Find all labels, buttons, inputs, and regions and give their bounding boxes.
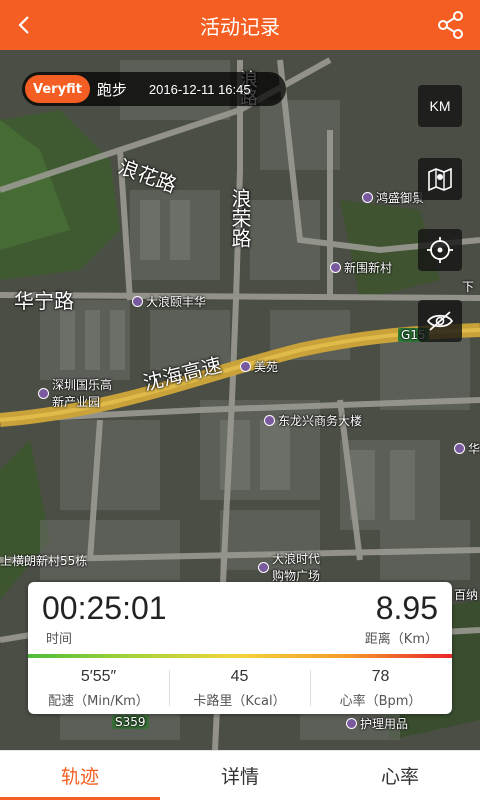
pace-value: 5′55″ bbox=[80, 668, 117, 685]
page-title: 活动记录 bbox=[200, 14, 280, 39]
map-poi[interactable]: 东龙兴商务大楼 bbox=[264, 412, 362, 429]
map-poi[interactable]: 下 bbox=[462, 278, 474, 295]
poi-icon bbox=[362, 192, 373, 203]
heart-rate-metric: 78 心率（Bpm） bbox=[310, 668, 451, 709]
calories-label: 卡路里（Kcal） bbox=[193, 694, 286, 709]
unit-toggle-button[interactable]: KM bbox=[418, 85, 462, 127]
hide-icon bbox=[426, 311, 454, 331]
poi-icon bbox=[132, 296, 143, 307]
map-poi[interactable]: 百纳 bbox=[454, 586, 478, 603]
poi-icon bbox=[258, 561, 269, 573]
poi-icon bbox=[346, 718, 357, 729]
stats-card: 00:25:01 时间 8.95 距离（Km） 5′55″ 配速（Min/Km）… bbox=[28, 582, 452, 714]
map-poi[interactable]: 护理用品 bbox=[346, 715, 408, 732]
share-icon bbox=[438, 11, 463, 39]
map-type-button[interactable] bbox=[418, 158, 462, 200]
map-poi[interactable]: 鸿盛御景 bbox=[362, 189, 424, 206]
brand-badge: Veryfit bbox=[25, 75, 90, 103]
map-poi[interactable]: 华 bbox=[454, 440, 480, 457]
hide-track-button[interactable] bbox=[418, 300, 462, 342]
app-header: 活动记录 bbox=[0, 0, 480, 50]
pace-metric: 5′55″ 配速（Min/Km） bbox=[28, 668, 169, 709]
tab-details[interactable]: 详情 bbox=[160, 751, 320, 800]
map-poi[interactable]: 美苑 bbox=[240, 358, 278, 375]
poi-icon bbox=[38, 387, 49, 399]
map-poi[interactable]: 深圳国乐高新产业园 bbox=[38, 376, 122, 410]
tab-heart-rate[interactable]: 心率 bbox=[320, 751, 480, 800]
poi-icon bbox=[240, 361, 251, 372]
road-label: 华宁路 bbox=[14, 289, 74, 313]
calories-value: 45 bbox=[230, 668, 249, 685]
map-poi[interactable]: 大浪颐丰华 bbox=[132, 293, 206, 310]
activity-datetime: 2016-12-11 16:45 bbox=[148, 81, 251, 97]
pace-label: 配速（Min/Km） bbox=[48, 694, 149, 709]
highway-shield: S359 bbox=[112, 715, 149, 729]
map-poi[interactable]: 上横朗新村55栋 bbox=[0, 552, 87, 569]
map-poi[interactable]: 新围新村 bbox=[330, 259, 392, 276]
tab-track[interactable]: 轨迹 bbox=[0, 751, 160, 800]
distance-label: 距离（Km） bbox=[364, 632, 438, 647]
heart-rate-label: 心率（Bpm） bbox=[339, 694, 422, 709]
duration-label: 时间 bbox=[46, 632, 73, 647]
distance-value: 8.95 bbox=[375, 590, 438, 626]
poi-icon bbox=[454, 443, 465, 454]
intensity-gradient-bar bbox=[28, 654, 452, 658]
poi-icon bbox=[264, 415, 275, 426]
back-button[interactable] bbox=[6, 6, 44, 44]
road-label: 浪荣路 bbox=[228, 188, 252, 248]
heart-rate-value: 78 bbox=[371, 668, 390, 685]
poi-icon bbox=[330, 262, 341, 273]
unit-label: KM bbox=[429, 98, 451, 114]
bottom-tab-bar: 轨迹 详情 心率 bbox=[0, 750, 480, 800]
locate-button[interactable] bbox=[418, 229, 462, 271]
map-type-icon bbox=[428, 167, 452, 192]
back-arrow-icon bbox=[18, 16, 29, 34]
sport-type: 跑步 bbox=[96, 80, 127, 99]
locate-icon bbox=[427, 237, 453, 263]
activity-info-pill: Veryfit 跑步 2016-12-11 16:45 bbox=[22, 72, 286, 106]
calories-metric: 45 卡路里（Kcal） bbox=[169, 668, 310, 709]
duration-value: 00:25:01 bbox=[42, 590, 167, 626]
share-button[interactable] bbox=[432, 6, 470, 44]
map-poi[interactable]: 大浪时代购物广场 bbox=[258, 550, 328, 584]
